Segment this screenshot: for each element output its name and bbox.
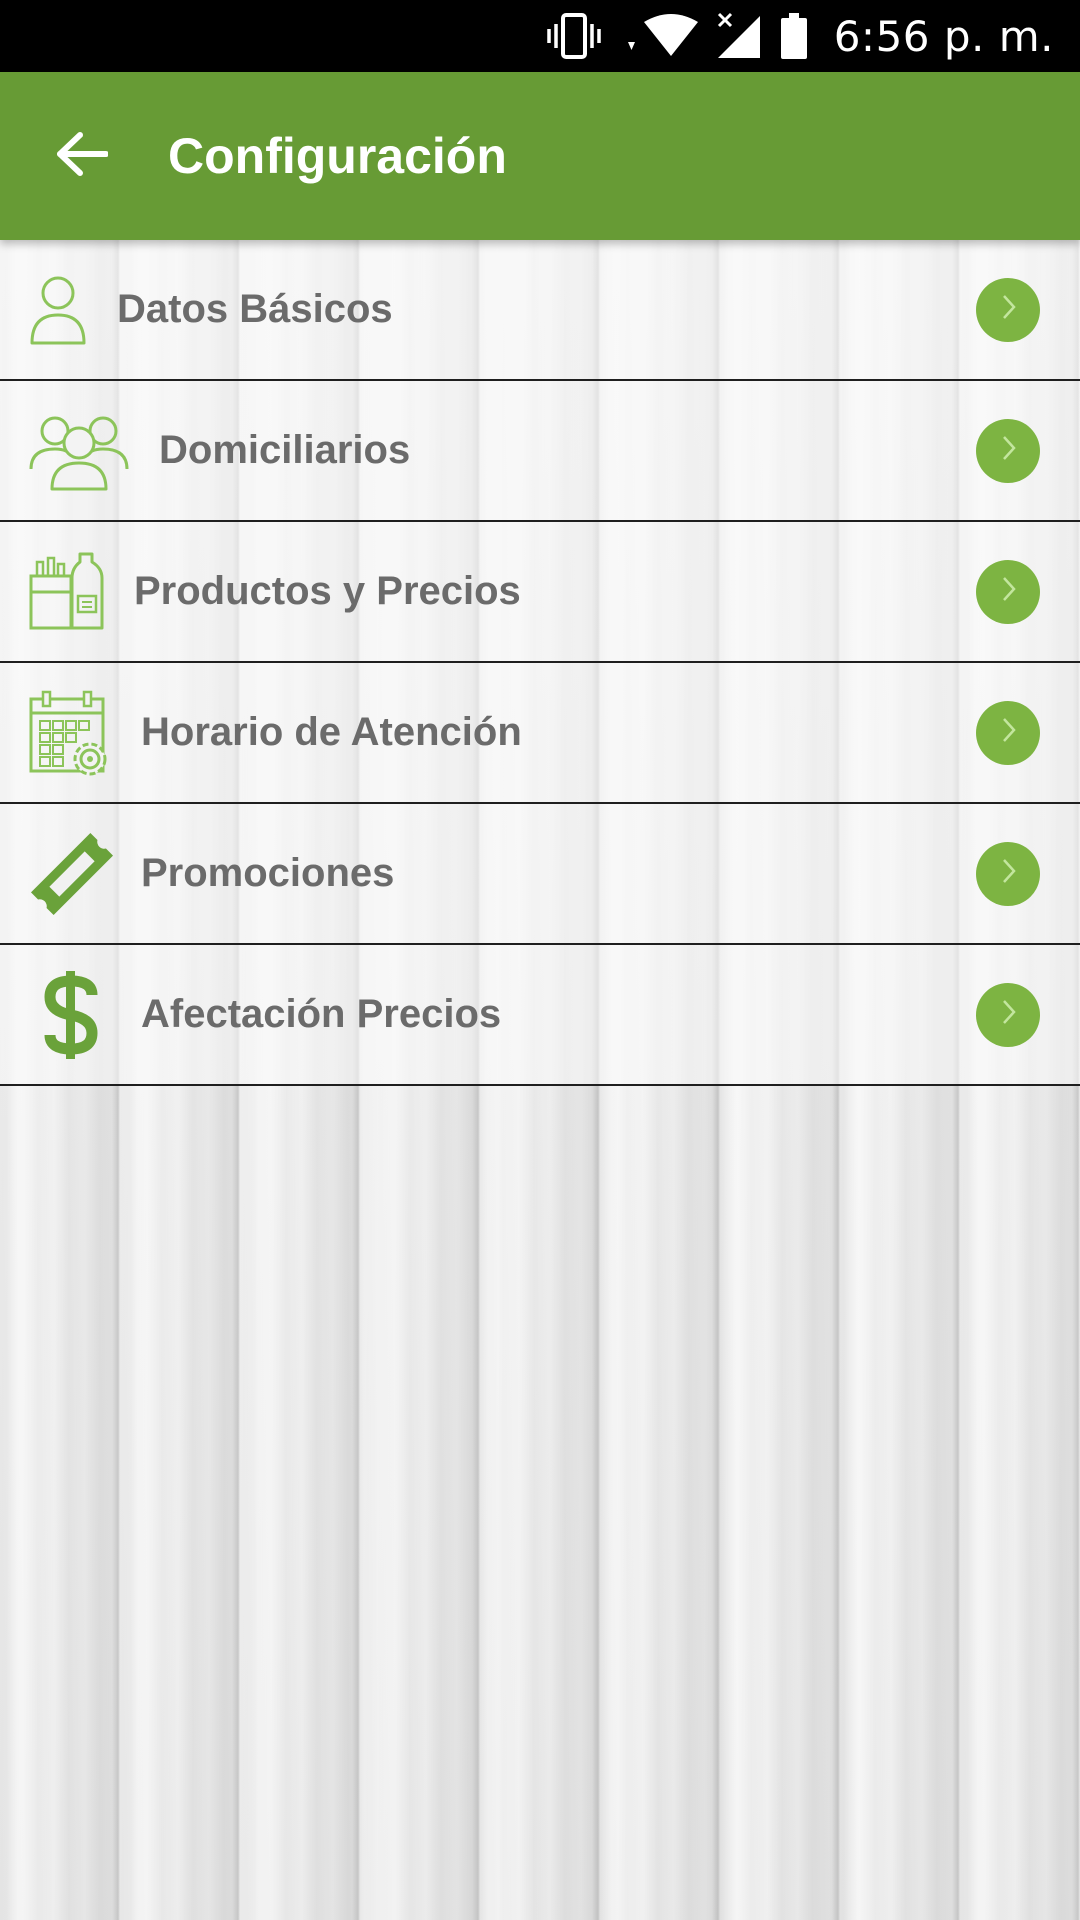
menu-item-domiciliarios[interactable]: Domiciliarios [0,381,1080,522]
page-title: Configuración [168,128,507,184]
chevron-right-icon [996,292,1020,327]
group-icon [28,409,130,493]
menu-label: Domiciliarios [159,428,411,472]
back-button[interactable] [46,120,118,192]
chevron-right-icon [996,574,1020,609]
settings-menu: Datos Básicos Domiciliarios Productos y … [0,240,1080,1086]
chevron-right-button[interactable] [976,559,1040,624]
menu-label: Datos Básicos [117,287,393,331]
chevron-right-button[interactable] [976,982,1040,1047]
menu-item-productos-precios[interactable]: Productos y Precios [0,522,1080,663]
signal-icon [716,12,762,60]
menu-item-promociones[interactable]: Promociones [0,804,1080,945]
status-bar: 6:56 p. m. [0,0,1080,72]
chevron-right-button[interactable] [976,841,1040,906]
menu-label: Afectación Precios [141,992,502,1036]
calendar-gear-icon [28,689,110,777]
vibrate-icon [546,12,602,60]
chevron-right-icon [996,715,1020,750]
battery-icon [780,12,808,60]
user-icon [28,273,88,347]
menu-label: Productos y Precios [134,569,521,613]
menu-item-datos-basicos[interactable]: Datos Básicos [0,240,1080,381]
wifi-icon [620,12,698,60]
chevron-right-button[interactable] [976,418,1040,483]
arrow-left-icon [56,131,109,181]
products-icon [28,552,106,632]
chevron-right-icon [996,433,1020,468]
chevron-right-button[interactable] [976,700,1040,765]
chevron-right-button[interactable] [976,277,1040,342]
ticket-icon [30,829,114,919]
menu-item-afectacion-precios[interactable]: Afectación Precios [0,945,1080,1086]
menu-item-horario-atencion[interactable]: Horario de Atención [0,663,1080,804]
menu-label: Horario de Atención [141,710,522,754]
dollar-icon [42,969,100,1061]
app-bar: Configuración [0,72,1080,240]
status-time: 6:56 p. m. [833,11,1054,61]
menu-label: Promociones [141,851,395,895]
chevron-right-icon [996,997,1020,1032]
chevron-right-icon [996,856,1020,891]
status-icons: 6:56 p. m. [546,0,1054,72]
